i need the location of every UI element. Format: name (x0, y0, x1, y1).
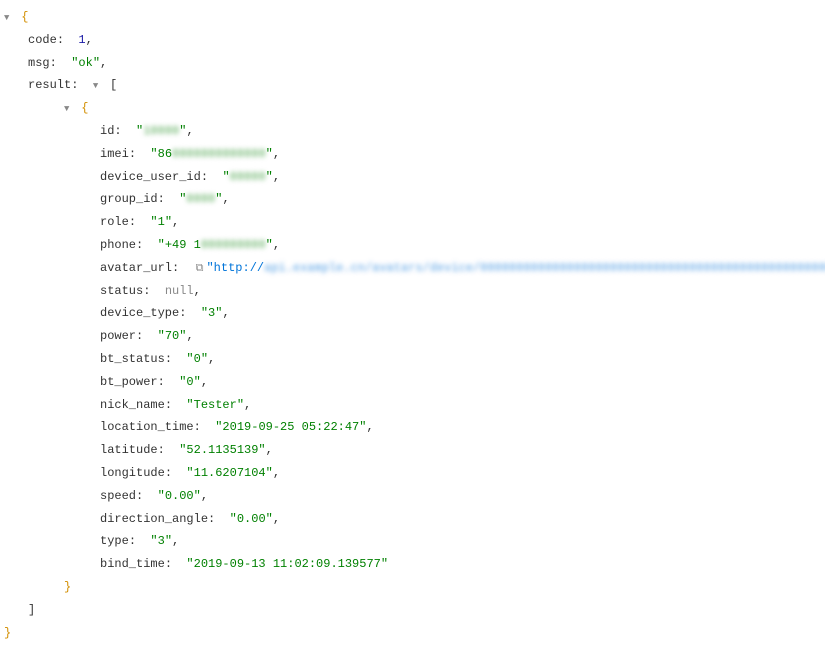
json-key: longitude (100, 466, 165, 480)
json-key: role (100, 215, 129, 229)
json-value: "3" (150, 534, 172, 548)
json-value: "ok" (71, 56, 100, 70)
json-key: bind_time (100, 557, 165, 571)
json-value: "52.1135139" (179, 443, 265, 457)
json-line: device_user_id: "00000", (4, 166, 825, 189)
bracket-close: ] (28, 603, 35, 617)
json-key: latitude (100, 443, 158, 457)
brace-close: } (64, 580, 71, 594)
brace-close: } (4, 626, 11, 640)
json-value: null (165, 284, 194, 298)
json-key: nick_name (100, 398, 165, 412)
json-value: "1" (150, 215, 172, 229)
json-key: device_user_id (100, 170, 201, 184)
external-link-icon[interactable]: ⧉ (196, 259, 204, 280)
json-line: device_type: "3", (4, 302, 825, 325)
json-line: longitude: "11.6207104", (4, 462, 825, 485)
json-line: power: "70", (4, 325, 825, 348)
json-value: "Tester" (186, 398, 244, 412)
json-line: direction_angle: "0.00", (4, 508, 825, 531)
json-line: imei: "860000000000000", (4, 143, 825, 166)
json-value: "0" (186, 352, 208, 366)
collapse-toggle-icon[interactable] (64, 101, 74, 118)
json-line: ] (4, 599, 825, 622)
json-line: avatar_url: ⧉"http://api.example.cn/avat… (4, 257, 825, 280)
json-line: msg: "ok", (4, 52, 825, 75)
json-line: result: [ (4, 74, 825, 97)
json-line: code: 1, (4, 29, 825, 52)
json-value: "2019-09-25 05:22:47" (215, 420, 366, 434)
json-key: type (100, 534, 129, 548)
json-value: "00000" (222, 170, 272, 184)
json-value: "10000" (136, 124, 186, 138)
json-line: nick_name: "Tester", (4, 394, 825, 417)
json-key: phone (100, 238, 136, 252)
json-line: type: "3", (4, 530, 825, 553)
json-line: { (4, 97, 825, 120)
json-key: id (100, 124, 114, 138)
json-key: status (100, 284, 143, 298)
json-value: "0.00" (230, 512, 273, 526)
json-line: speed: "0.00", (4, 485, 825, 508)
json-key: location_time (100, 420, 194, 434)
json-key: code (28, 33, 57, 47)
json-value: "11.6207104" (186, 466, 272, 480)
json-line: role: "1", (4, 211, 825, 234)
json-line: id: "10000", (4, 120, 825, 143)
json-value: "3" (201, 306, 223, 320)
bracket-open: [ (110, 78, 117, 92)
json-key: direction_angle (100, 512, 208, 526)
json-value: "0.00" (158, 489, 201, 503)
json-line: bind_time: "2019-09-13 11:02:09.139577" (4, 553, 825, 576)
json-key: bt_power (100, 375, 158, 389)
json-viewer: { code: 1, msg: "ok", result: [ { id: "1… (4, 6, 825, 644)
json-key: bt_status (100, 352, 165, 366)
json-value: 1 (78, 33, 85, 47)
json-key: imei (100, 147, 129, 161)
json-value: "0" (179, 375, 201, 389)
json-line: status: null, (4, 280, 825, 303)
json-key: avatar_url (100, 261, 172, 275)
json-key: device_type (100, 306, 179, 320)
json-line: latitude: "52.1135139", (4, 439, 825, 462)
json-line: group_id: "0000", (4, 188, 825, 211)
json-line: phone: "+49 1000000000", (4, 234, 825, 257)
json-value-link[interactable]: "http://api.example.cn/avatars/device/00… (206, 261, 825, 275)
json-line: } (4, 622, 825, 645)
json-key: msg (28, 56, 50, 70)
json-value: "860000000000000" (150, 147, 272, 161)
json-key: result (28, 78, 71, 92)
collapse-toggle-icon[interactable] (4, 10, 14, 27)
json-value: "70" (158, 329, 187, 343)
brace-open: { (21, 10, 28, 24)
json-key: group_id (100, 192, 158, 206)
json-line: bt_power: "0", (4, 371, 825, 394)
json-line: bt_status: "0", (4, 348, 825, 371)
json-value: "2019-09-13 11:02:09.139577" (186, 557, 388, 571)
json-line: location_time: "2019-09-25 05:22:47", (4, 416, 825, 439)
json-value: "+49 1000000000" (158, 238, 273, 252)
brace-open: { (81, 101, 88, 115)
json-line: } (4, 576, 825, 599)
json-key: speed (100, 489, 136, 503)
json-value: "0000" (179, 192, 222, 206)
collapse-toggle-icon[interactable] (93, 78, 103, 95)
json-key: power (100, 329, 136, 343)
json-line: { (4, 6, 825, 29)
